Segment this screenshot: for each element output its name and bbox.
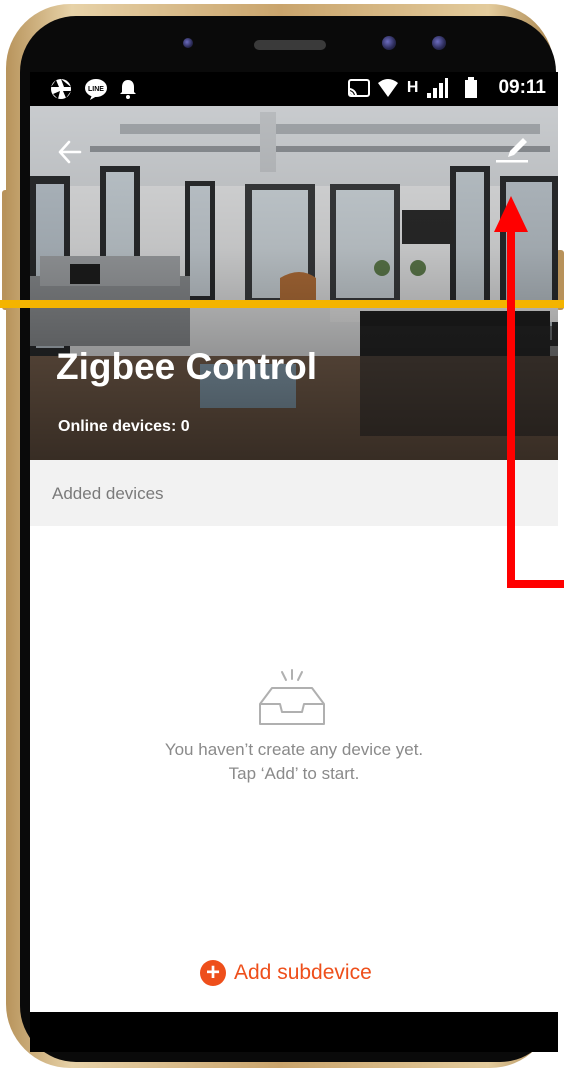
- page: LINE H 09:11 Zigbee Control Online devic…: [0, 0, 564, 1073]
- red-arrow-annotation: [494, 196, 564, 588]
